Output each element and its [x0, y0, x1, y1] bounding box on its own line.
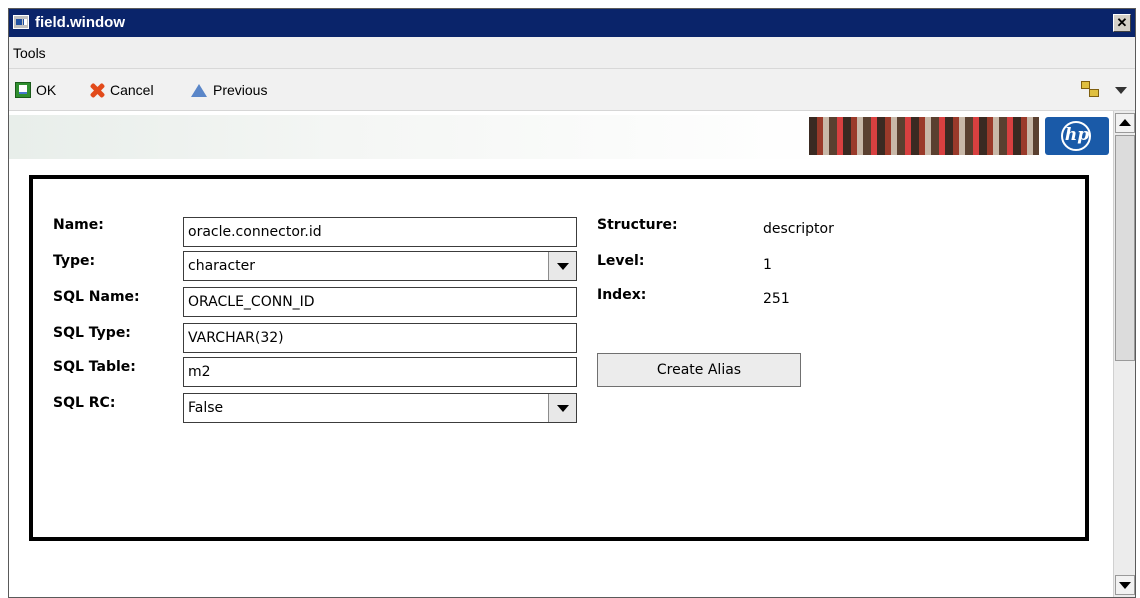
name-label: Name: — [53, 217, 104, 233]
sql-type-label: SQL Type: — [53, 325, 131, 341]
title-bar[interactable]: field.window ✕ — [9, 9, 1135, 37]
sql-rc-value: False — [188, 400, 224, 416]
level-label: Level: — [597, 253, 645, 269]
index-label: Index: — [597, 287, 647, 303]
save-icon — [15, 82, 31, 98]
sql-table-label: SQL Table: — [53, 359, 136, 375]
structure-value: descriptor — [763, 221, 834, 237]
sql-type-input[interactable]: VARCHAR(32) — [183, 323, 577, 353]
close-button[interactable]: ✕ — [1113, 14, 1131, 32]
level-value: 1 — [763, 257, 772, 273]
field-window: field.window ✕ Tools OK Cancel Previous … — [8, 8, 1136, 598]
chevron-down-icon[interactable] — [548, 394, 576, 422]
sql-rc-label: SQL RC: — [53, 395, 116, 411]
content-area: hp Name: oracle.connector.id Type: chara… — [9, 111, 1113, 597]
toolbar: OK Cancel Previous — [9, 69, 1135, 111]
cancel-x-icon — [89, 82, 105, 98]
sql-table-input[interactable]: m2 — [183, 357, 577, 387]
window-title: field.window — [35, 14, 125, 31]
type-value: character — [188, 258, 256, 274]
banner-image — [809, 117, 1039, 155]
index-value: 251 — [763, 291, 790, 307]
sql-name-label: SQL Name: — [53, 289, 140, 305]
previous-triangle-icon — [191, 83, 207, 97]
banner-background — [9, 115, 829, 159]
cancel-button[interactable]: Cancel — [89, 80, 154, 100]
ok-label: OK — [36, 82, 57, 98]
scroll-up-icon[interactable] — [1115, 113, 1135, 133]
previous-button[interactable]: Previous — [191, 80, 267, 100]
previous-label: Previous — [213, 82, 268, 98]
type-label: Type: — [53, 253, 96, 269]
chevron-down-icon[interactable] — [548, 252, 576, 280]
menu-bar: Tools — [9, 37, 1135, 69]
field-form: Name: oracle.connector.id Type: characte… — [29, 175, 1089, 541]
sql-rc-select[interactable]: False — [183, 393, 577, 423]
chevron-down-icon[interactable] — [1115, 87, 1127, 94]
ok-button[interactable]: OK — [15, 80, 56, 100]
vertical-scrollbar[interactable] — [1113, 111, 1135, 597]
menu-tools[interactable]: Tools — [13, 45, 46, 61]
window-icon — [13, 15, 29, 29]
tree-options-icon[interactable] — [1081, 81, 1099, 97]
type-select[interactable]: character — [183, 251, 577, 281]
sql-name-input[interactable]: ORACLE_CONN_ID — [183, 287, 577, 317]
create-alias-button[interactable]: Create Alias — [597, 353, 801, 387]
hp-logo-text: hp — [1064, 125, 1090, 145]
cancel-label: Cancel — [110, 82, 154, 98]
structure-label: Structure: — [597, 217, 678, 233]
scroll-down-icon[interactable] — [1115, 575, 1135, 595]
name-input[interactable]: oracle.connector.id — [183, 217, 577, 247]
scroll-thumb[interactable] — [1115, 135, 1135, 361]
